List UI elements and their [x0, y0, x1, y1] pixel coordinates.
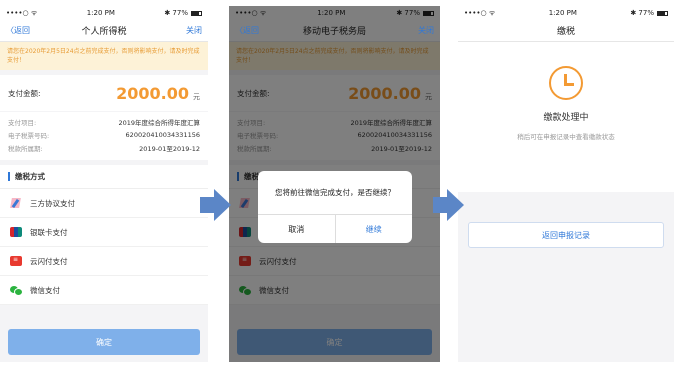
pen-icon: [10, 198, 22, 208]
amount-value: 2000.00: [116, 83, 189, 103]
close-button[interactable]: 关闭: [186, 25, 202, 36]
info-row: 税款所属期:2019-01至2019-12: [8, 144, 200, 153]
screen-payment-confirm-dialog: ••••○ ᯤ 1:20 PM ✱ 77% 〈返回 移动电子税务局 关闭 请您在…: [229, 6, 440, 362]
clock-time: 1:20 PM: [548, 9, 577, 17]
section-marker: [8, 172, 10, 181]
clock-time: 1:20 PM: [86, 9, 115, 17]
nav-bar: 缴税: [458, 20, 674, 42]
back-button[interactable]: 〈返回: [6, 25, 30, 36]
page-title: 个人所得税: [81, 27, 127, 37]
flow-arrow-icon: [433, 189, 464, 221]
battery-text: ✱ 77%: [164, 9, 188, 17]
return-to-records-button[interactable]: 返回申报记录: [468, 222, 664, 248]
processing-panel: 缴款处理中 稍后可在申报记录中查看缴款状态: [458, 42, 674, 192]
signal-indicator: ••••○ ᯤ: [464, 8, 496, 17]
processing-hint: 稍后可在申报记录中查看缴款状态: [517, 133, 615, 141]
info-row: 支付项目:2019年度综合所得年度汇算: [8, 118, 200, 127]
payment-method-cloudpay[interactable]: 云闪付支付: [0, 247, 208, 276]
payment-deadline-notice: 请您在2020年2月5日24点之前完成支付，否则将影响支付，请及时完成支付！: [0, 42, 208, 70]
screen-personal-income-tax: ••••○ ᯤ 1:20 PM ✱ 77% 〈返回 个人所得税 关闭 请您在20…: [0, 6, 208, 362]
processing-status: 缴款处理中: [543, 113, 589, 123]
screen-payment-processing: ••••○ ᯤ 1:20 PM ✱ 77% 缴税 缴款处理中 稍后可在申报记录中…: [458, 6, 674, 362]
wechat-icon: [10, 285, 23, 296]
wechat-confirm-dialog: 您将前往微信完成支付，是否继续？ 取消 继续: [258, 171, 412, 243]
confirm-button[interactable]: 确定: [8, 329, 200, 355]
clock-icon: [549, 66, 583, 100]
signal-indicator: ••••○ ᯤ: [6, 8, 38, 17]
amount-row: 支付金额: 2000.00 元: [0, 75, 208, 111]
close-button[interactable]: 关闭: [418, 25, 434, 36]
payment-methods-heading: 缴税方式: [0, 165, 208, 189]
page-title: 缴税: [556, 27, 575, 37]
payment-info: 支付项目:2019年度综合所得年度汇算 电子税票号码:6200204100343…: [0, 112, 208, 160]
battery-icon: [191, 10, 202, 16]
nav-bar: 〈返回 个人所得税 关闭: [0, 20, 208, 42]
flow-arrow-icon: [200, 189, 231, 221]
payment-method-wechat[interactable]: 微信支付: [0, 276, 208, 305]
dialog-cancel-button[interactable]: 取消: [258, 215, 336, 243]
unionpay-icon: [10, 227, 22, 237]
info-row: 电子税票号码:620020410034331156: [8, 130, 200, 140]
back-button[interactable]: 〈返回: [235, 25, 259, 36]
payment-method-unionpay[interactable]: 银联卡支付: [0, 218, 208, 247]
battery-icon: [657, 10, 668, 16]
payment-method-agreement[interactable]: 三方协议支付: [0, 189, 208, 218]
amount-unit: 元: [193, 92, 200, 101]
status-bar: ••••○ ᯤ 1:20 PM ✱ 77%: [458, 6, 674, 20]
dialog-continue-button[interactable]: 继续: [336, 215, 413, 243]
status-bar: ••••○ ᯤ 1:20 PM ✱ 77%: [0, 6, 208, 20]
battery-text: ✱ 77%: [630, 9, 654, 17]
amount-label: 支付金额:: [8, 88, 41, 98]
dialog-message: 您将前往微信完成支付，是否继续？: [258, 171, 412, 215]
cloud-pay-icon: [10, 256, 22, 266]
